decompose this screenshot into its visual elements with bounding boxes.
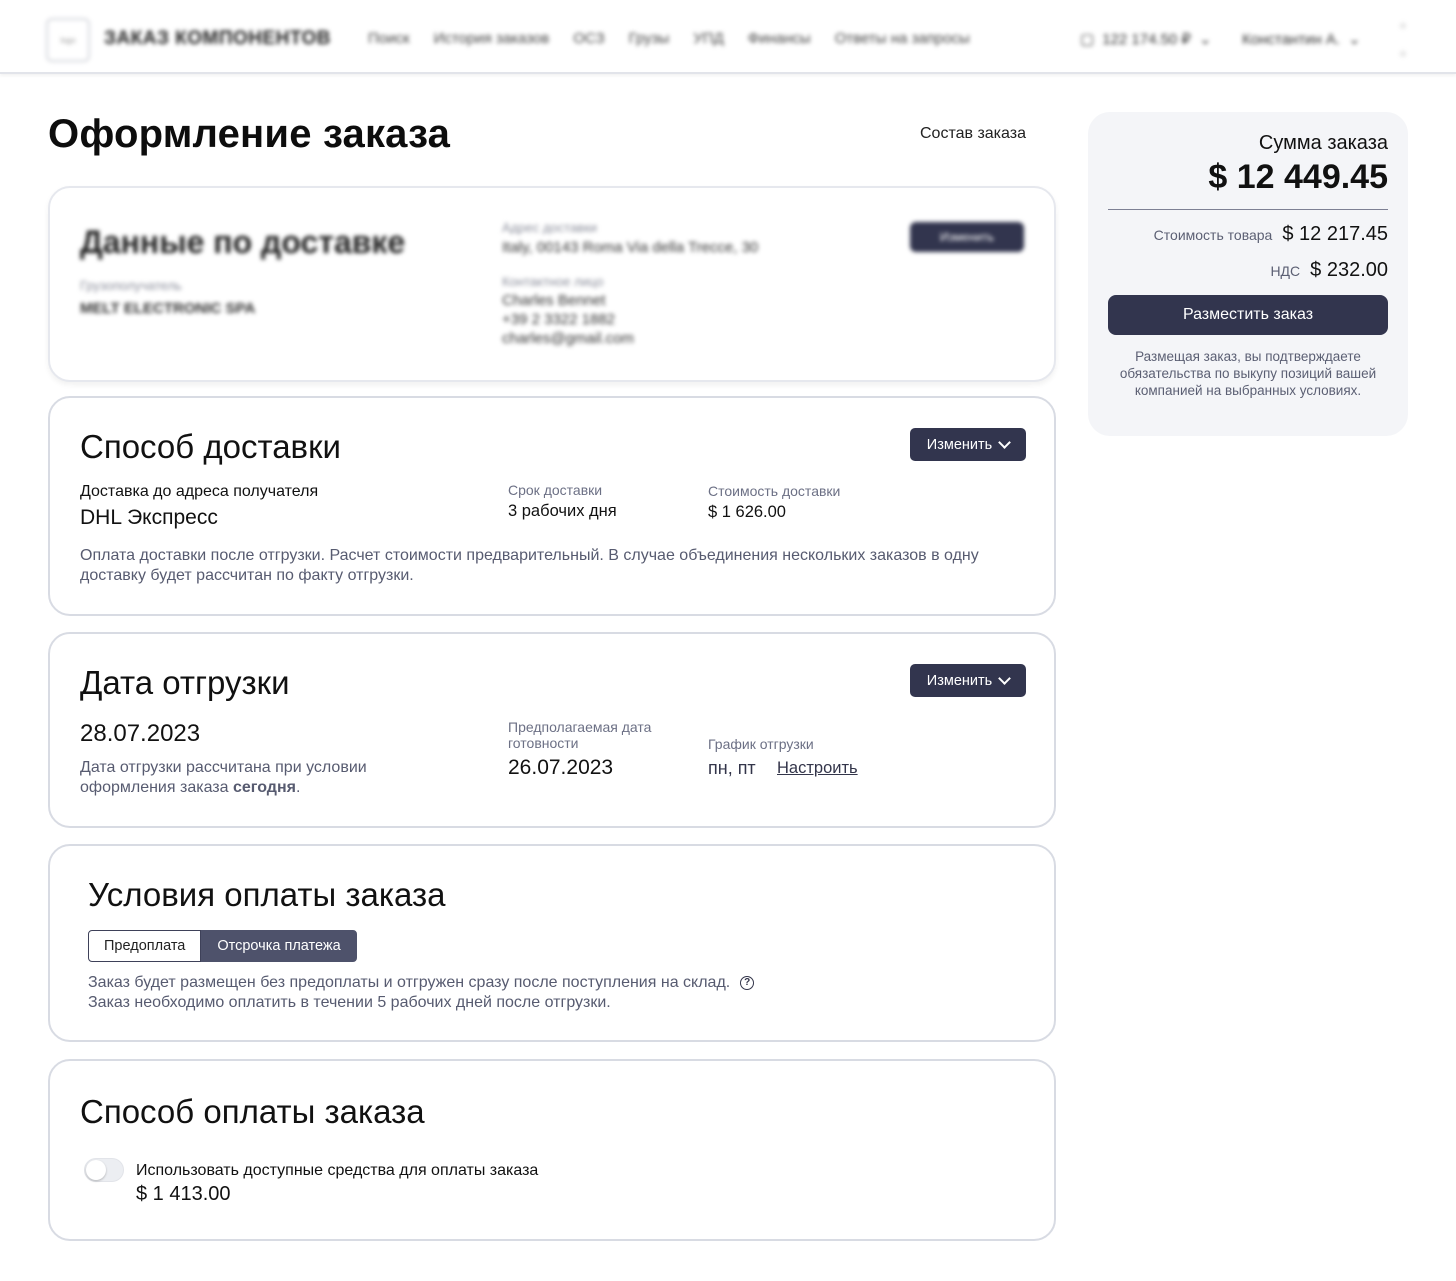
vat-value: $ 232.00 [1310, 259, 1388, 281]
brand-name[interactable]: ЗАКАЗ КОМПОНЕНТОВ [104, 28, 331, 50]
logo-text: logo [60, 35, 76, 45]
user-menu[interactable]: Константин А. ⌄ [1242, 30, 1361, 49]
deferred-payment-option[interactable]: Отсрочка платежа [201, 930, 357, 962]
delivery-term-value: 3 рабочих дня [508, 502, 617, 520]
delivery-data-change-button[interactable]: Изменить [910, 222, 1024, 252]
nav-item-cargo[interactable]: Грузы [629, 30, 670, 47]
payment-terms-line2: Заказ необходимо оплатить в течении 5 ра… [88, 994, 611, 1011]
use-funds-toggle[interactable] [84, 1158, 124, 1182]
order-composition-link[interactable]: Состав заказа [920, 125, 1026, 143]
wallet-icon: ▢ [1080, 31, 1095, 48]
change-label: Изменить [926, 436, 993, 453]
payment-method-title: Способ оплаты заказа [80, 1093, 425, 1130]
delivery-type-label: Доставка до адреса получателя [80, 483, 319, 500]
change-label: Изменить [939, 230, 995, 244]
nav-item-osz[interactable]: ОСЗ [573, 30, 604, 47]
note-bold: сегодня [232, 779, 296, 796]
nav-item-upd[interactable]: УПД [693, 30, 723, 47]
question-icon[interactable]: ? [740, 975, 755, 990]
payment-terms-line1: Заказ будет размещен без предоплаты и от… [88, 974, 731, 991]
ready-date-value: 26.07.2023 [508, 756, 614, 779]
order-sum-total: $ 12 449.45 [1208, 158, 1388, 196]
delivery-method-title: Способ доставки [80, 428, 341, 465]
order-sum-label: Сумма заказа [1258, 132, 1388, 154]
page-title: Оформление заказа [48, 112, 451, 156]
address-value: Italy, 00143 Roma Via della Trecce, 30 [502, 239, 759, 256]
chevron-down-icon [998, 435, 1012, 449]
prepayment-option[interactable]: Предоплата [88, 930, 202, 962]
header-extra-icons[interactable]: ○ ○ [1396, 20, 1410, 60]
order-summary-panel: Сумма заказа $ 12 449.45 Стоимость товар… [1088, 112, 1408, 436]
note-suffix: . [295, 779, 301, 796]
main-nav: Поиск История заказов ОСЗ Грузы УПД Фина… [368, 30, 970, 47]
schedule-configure-link[interactable]: Настроить [777, 759, 858, 778]
delivery-note: Оплата доставки после отгрузки. Расчет с… [80, 547, 979, 584]
user-name: Константин А. [1242, 30, 1341, 48]
chevron-down-icon: ⌄ [1348, 31, 1361, 48]
bell-icon: ○ [1399, 20, 1407, 32]
chevron-down-icon: ⌄ [1198, 31, 1212, 48]
schedule-label: График отгрузки [708, 736, 814, 752]
shipment-date-change-button[interactable]: Изменить [910, 664, 1026, 697]
use-funds-label: Использовать доступные средства для опла… [136, 1162, 539, 1179]
toggle-knob [86, 1160, 106, 1180]
delivery-term-label: Срок доставки [508, 482, 603, 498]
change-label: Изменить [926, 672, 993, 689]
payment-terms-toggle-group: Предоплата Отсрочка платежа [88, 930, 357, 962]
note-prefix: Дата отгрузки рассчитана при условии офо… [80, 759, 367, 796]
goods-cost-value: $ 12 217.45 [1282, 223, 1388, 245]
payment-terms-note: Заказ будет размещен без предоплаты и от… [88, 973, 988, 1013]
shipment-date-value: 28.07.2023 [80, 720, 201, 747]
nav-item-order-history[interactable]: История заказов [434, 30, 550, 47]
recipient-value: MELT ELECTRONIC SPA [80, 300, 256, 317]
vat-label: НДС [1270, 263, 1301, 279]
payment-terms-card: Условия оплаты заказа Предоплата Отсрочк… [48, 844, 1056, 1042]
nav-item-finance[interactable]: Финансы [748, 30, 811, 47]
recipient-label: Грузополучатель [80, 278, 182, 293]
delivery-method-card: Способ доставки Изменить Доставка до адр… [48, 396, 1056, 616]
delivery-carrier: DHL Экспресс [80, 506, 218, 529]
company-logo[interactable]: logo [46, 18, 90, 62]
goods-cost-row: Стоимость товара $ 12 217.45 [1154, 223, 1388, 246]
contact-label: Контактное лицо [502, 274, 604, 289]
delivery-cost-value: $ 1 626.00 [708, 503, 786, 521]
delivery-data-title: Данные по доставке [80, 224, 406, 260]
payment-method-card: Способ оплаты заказа Использовать доступ… [48, 1059, 1056, 1241]
nav-item-search[interactable]: Поиск [368, 30, 410, 47]
shipment-date-note: Дата отгрузки рассчитана при условии офо… [80, 758, 440, 798]
place-order-button[interactable]: Разместить заказ [1108, 295, 1388, 335]
payment-terms-title: Условия оплаты заказа [88, 876, 446, 913]
contact-email: charles@gmail.com [502, 330, 634, 347]
delivery-method-change-button[interactable]: Изменить [910, 428, 1026, 461]
delivery-data-card: Данные по доставке Грузополучатель MELT … [48, 186, 1056, 382]
top-navigation-bar: logo ЗАКАЗ КОМПОНЕНТОВ Поиск История зак… [0, 0, 1456, 74]
chevron-down-icon [998, 671, 1012, 685]
vat-row: НДС $ 232.00 [1270, 259, 1388, 282]
address-label: Адрес доставки [502, 220, 598, 235]
summary-divider [1108, 209, 1388, 210]
ready-date-label: Предполагаемая дата готовности [508, 719, 652, 751]
settings-icon: ○ [1399, 48, 1407, 60]
balance-dropdown[interactable]: ▢ 122 174.50 ₽ ⌄ [1080, 30, 1212, 48]
shipment-date-card: Дата отгрузки Изменить 28.07.2023 Дата о… [48, 632, 1056, 828]
contact-phone: +39 2 3322 1882 [502, 311, 616, 328]
contact-name: Charles Bennet [502, 292, 606, 309]
goods-cost-label: Стоимость товара [1153, 227, 1273, 243]
shipment-date-title: Дата отгрузки [80, 664, 290, 701]
delivery-cost-label: Стоимость доставки [708, 483, 841, 499]
schedule-value: пн, пт [708, 758, 756, 778]
available-funds-amount: $ 1 413.00 [136, 1183, 231, 1205]
nav-item-answers[interactable]: Ответы на запросы [835, 30, 970, 47]
place-order-note: Размещая заказ, вы подтверждаете обязате… [1119, 349, 1377, 398]
balance-value: 122 174.50 ₽ [1102, 31, 1191, 48]
